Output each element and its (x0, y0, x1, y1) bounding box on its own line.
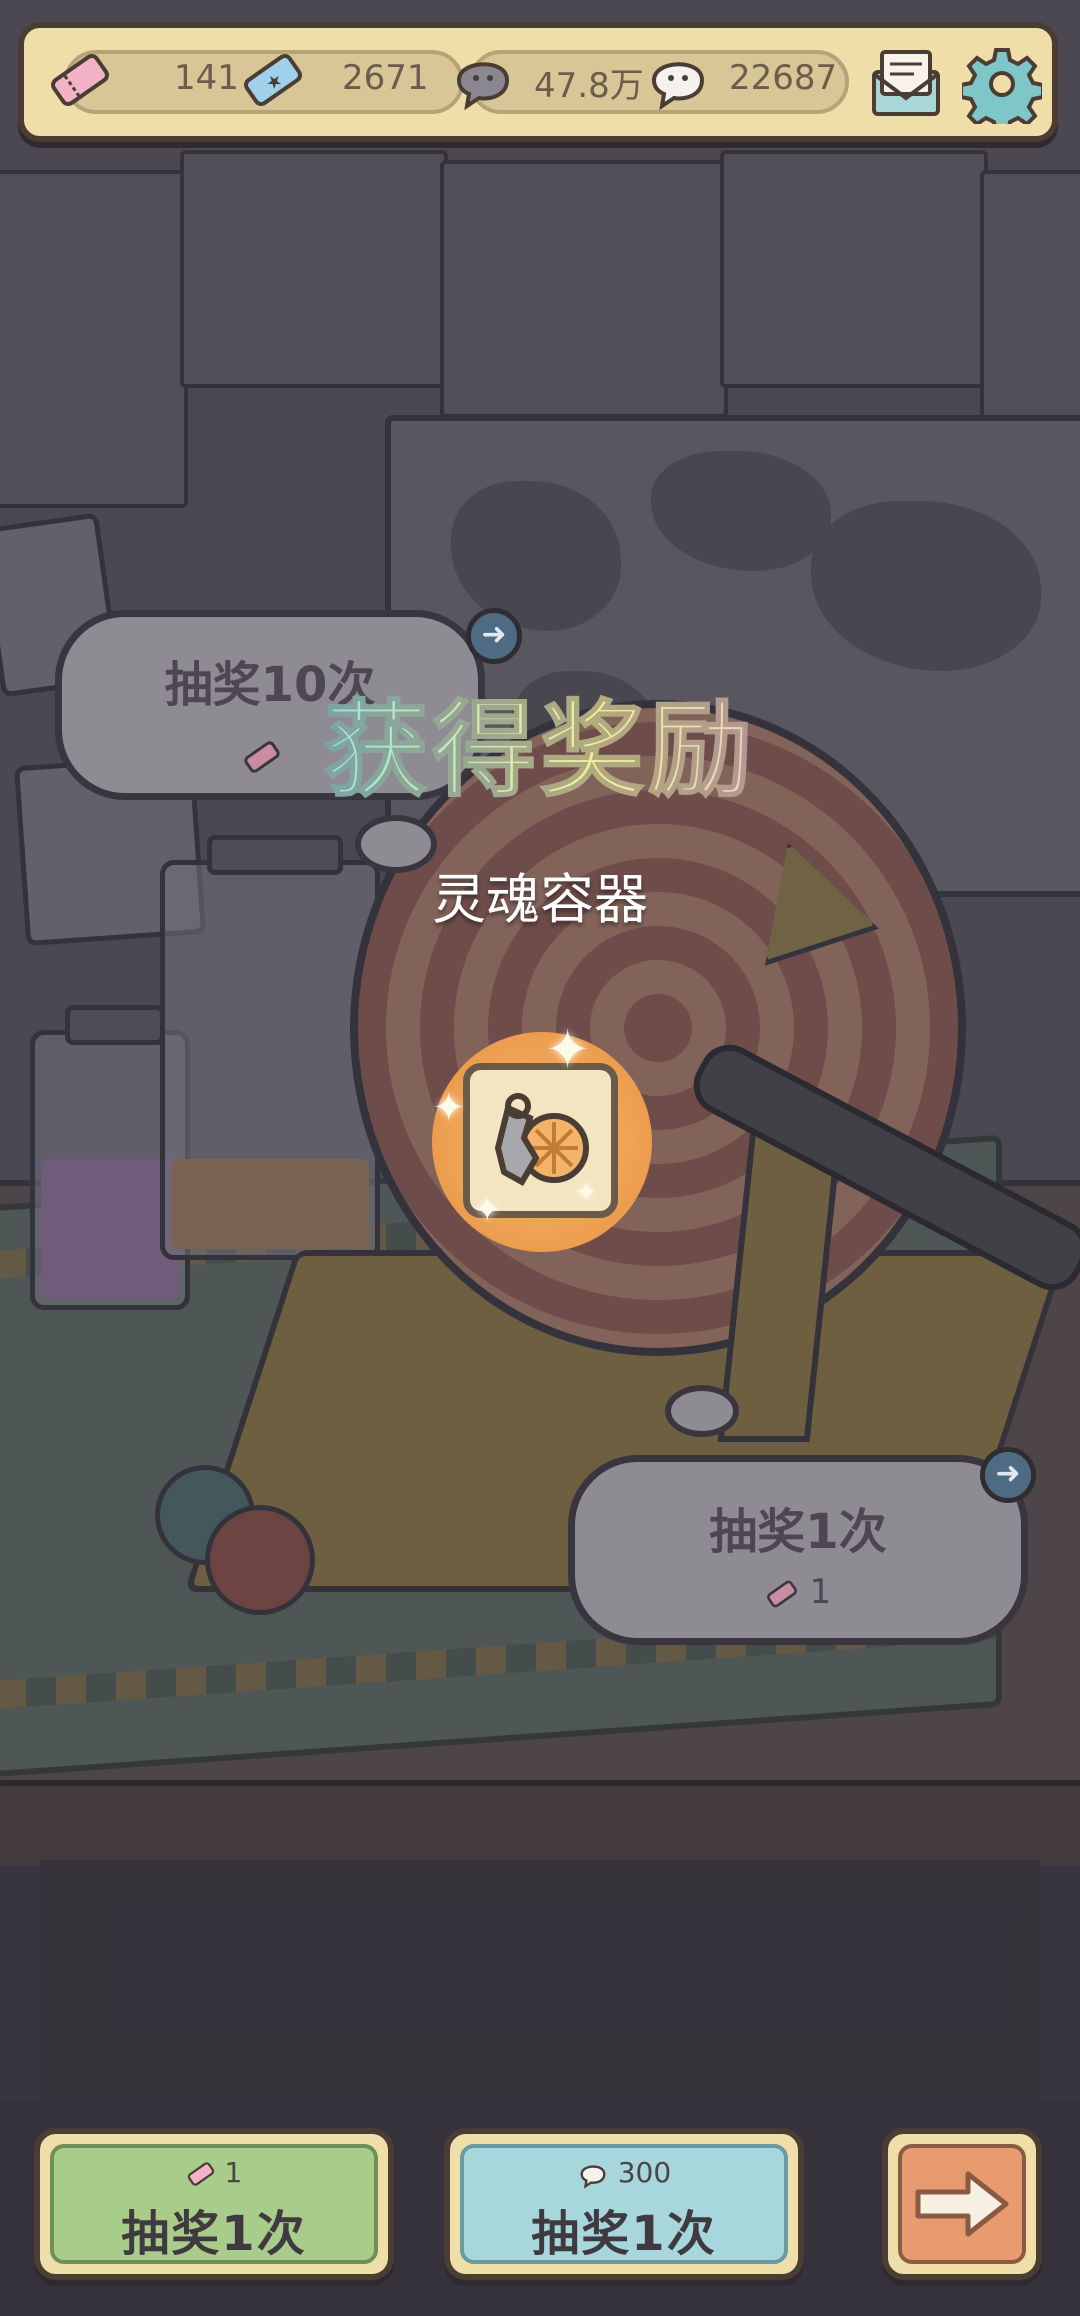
light-soul-icon (651, 62, 705, 111)
lottery-one-arrow[interactable]: ➜ (980, 1447, 1036, 1503)
sparkle-icon: ✦ (432, 1085, 466, 1131)
light-soul-count: 22687 (729, 58, 838, 98)
ticket-draw-label: 抽奖1次 (121, 2206, 307, 2262)
dark-soul-count: 47.8万 (534, 66, 644, 106)
soul-draw-cost: 300 (617, 2156, 672, 2189)
lottery-one-cost: 1 (809, 1572, 832, 1612)
lottery-one-bubble[interactable]: 抽奖1次 1 (568, 1455, 1028, 1645)
blue-ticket-icon: ★ (244, 53, 302, 107)
reward-item-name: 灵魂容器 (432, 868, 648, 931)
ticket-draw-button[interactable]: 1 抽奖1次 (34, 2128, 394, 2280)
ticket-draw-cost: 1 (224, 2156, 243, 2189)
soul-draw-button[interactable]: 300 抽奖1次 (444, 2128, 804, 2280)
sparkle-icon: ✦ (575, 1178, 597, 1208)
light-soul-icon (580, 2165, 606, 2189)
dark-soul-icon (456, 62, 510, 111)
mail-icon[interactable] (866, 44, 946, 124)
pink-ticket-icon (51, 53, 109, 107)
right-arrow-icon (915, 2171, 1009, 2237)
lottery-one-title: 抽奖1次 (709, 1504, 887, 1560)
pink-ticket-icon (187, 2162, 214, 2186)
blue-ticket-count: 2671 (342, 58, 429, 98)
currency-bar: 141 ★ 2671 47.8万 22687 (18, 22, 1058, 142)
sparkle-icon: ✦ (545, 1018, 591, 1081)
bubble-tail (665, 1385, 739, 1437)
next-button[interactable] (882, 2128, 1042, 2280)
reward-heading: 获得奖励 (0, 665, 1080, 816)
pink-ticket-count: 141 (174, 58, 239, 98)
soul-draw-label: 抽奖1次 (531, 2206, 717, 2262)
sparkle-icon: ✦ (473, 1190, 502, 1230)
pink-ticket-icon (766, 1580, 797, 1607)
lottery-ten-arrow[interactable]: ➜ (466, 608, 522, 664)
settings-gear-icon[interactable] (962, 44, 1042, 124)
